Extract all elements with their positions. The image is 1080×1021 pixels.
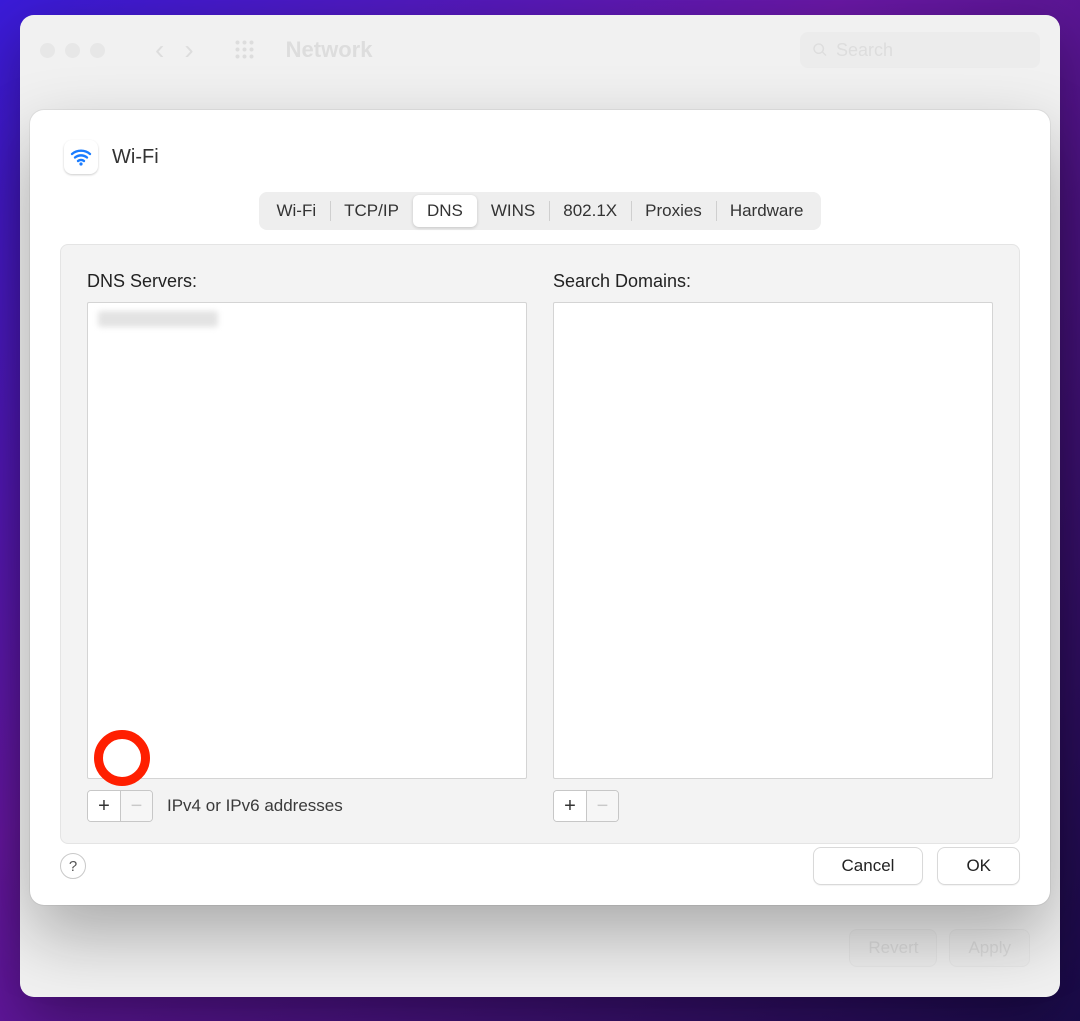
search-domains-label: Search Domains: [553, 271, 993, 292]
dns-server-entry-redacted [98, 311, 218, 327]
dns-panel: DNS Servers: + − IPv4 or IPv6 addresses … [60, 244, 1020, 844]
tab-hardware[interactable]: Hardware [716, 195, 818, 227]
network-advanced-sheet: Wi-Fi Wi-Fi TCP/IP DNS WINS 802.1X Proxi… [30, 110, 1050, 905]
help-button[interactable]: ? [60, 853, 86, 879]
search-domains-add-button[interactable]: + [554, 791, 586, 821]
dns-servers-label: DNS Servers: [87, 271, 527, 292]
sheet-footer: ? Cancel OK [60, 847, 1020, 885]
interface-name: Wi-Fi [112, 146, 159, 169]
search-domains-listbox[interactable] [553, 302, 993, 779]
sheet-header: Wi-Fi [60, 140, 1020, 174]
search-domains-remove-button[interactable]: − [586, 791, 618, 821]
cancel-button[interactable]: Cancel [813, 847, 924, 885]
dns-servers-add-button[interactable]: + [88, 791, 120, 821]
ok-button[interactable]: OK [937, 847, 1020, 885]
search-domains-controls: + − [553, 789, 993, 823]
dns-servers-controls: + − IPv4 or IPv6 addresses [87, 789, 527, 823]
tab-8021x[interactable]: 802.1X [549, 195, 631, 227]
dns-servers-remove-button[interactable]: − [120, 791, 152, 821]
tab-proxies[interactable]: Proxies [631, 195, 716, 227]
wifi-icon [64, 140, 98, 174]
tab-dns[interactable]: DNS [413, 195, 477, 227]
search-domains-pm-group: + − [553, 790, 619, 822]
dns-servers-column: DNS Servers: + − IPv4 or IPv6 addresses [87, 271, 527, 823]
search-domains-column: Search Domains: + − [553, 271, 993, 823]
dns-servers-listbox[interactable] [87, 302, 527, 779]
tab-tcpip[interactable]: TCP/IP [330, 195, 413, 227]
tab-wifi[interactable]: Wi-Fi [262, 195, 330, 227]
tab-bar: Wi-Fi TCP/IP DNS WINS 802.1X Proxies Har… [259, 192, 820, 230]
dns-servers-pm-group: + − [87, 790, 153, 822]
dns-servers-hint: IPv4 or IPv6 addresses [167, 796, 343, 816]
tab-wins[interactable]: WINS [477, 195, 549, 227]
